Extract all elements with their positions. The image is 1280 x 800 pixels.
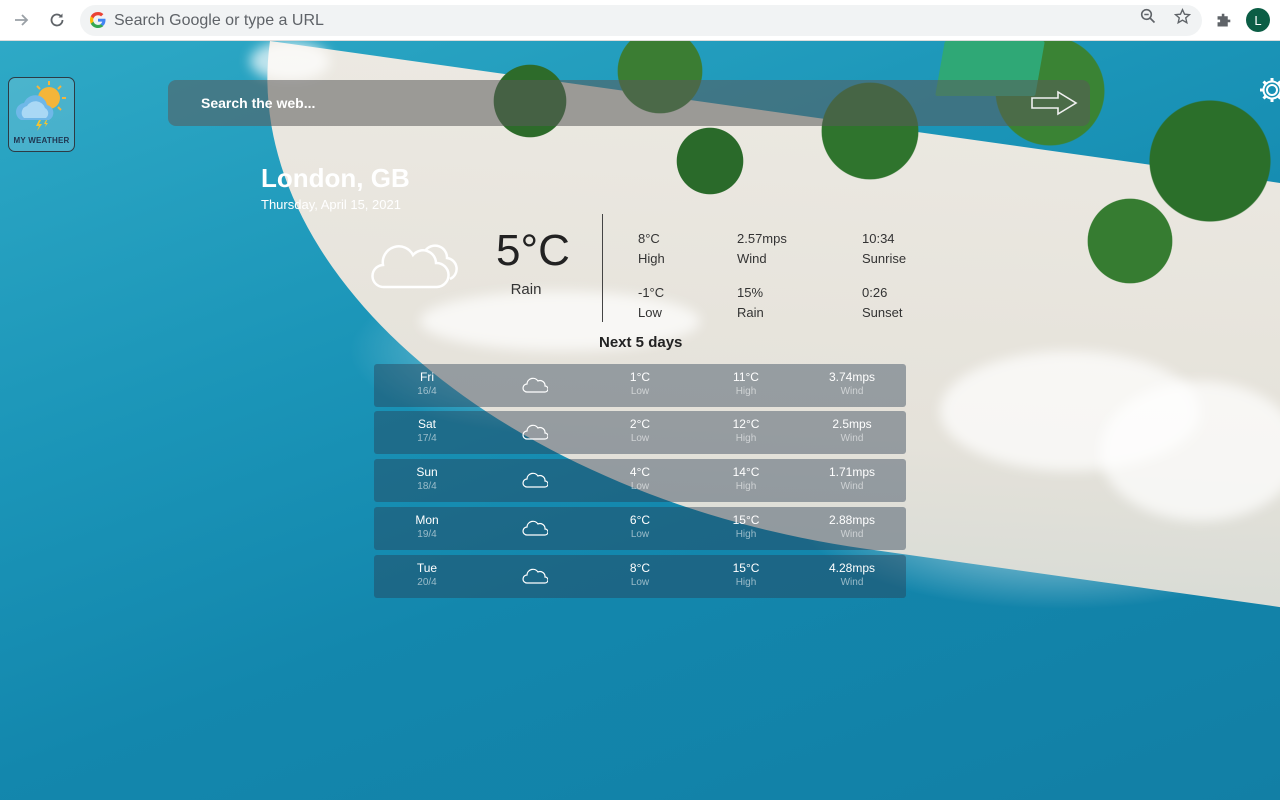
forecast-high: 11°C: [733, 370, 759, 384]
cloud-icon: [522, 472, 548, 488]
surf-foam: [250, 41, 330, 81]
forecast-high-label: High: [735, 481, 757, 492]
omnibox[interactable]: [80, 5, 1202, 36]
cloud-icon: [522, 568, 548, 584]
forecast-title: Next 5 days: [599, 334, 683, 351]
profile-avatar[interactable]: L: [1246, 8, 1270, 32]
extensions-icon[interactable]: [1214, 11, 1232, 29]
forecast-wind: 2.5mps: [832, 417, 872, 431]
stat-sunrise: 10:34 Sunrise: [862, 229, 906, 269]
forecast-low-label: Low: [630, 433, 650, 444]
forecast-day: Tue: [416, 561, 438, 575]
web-search-input[interactable]: [201, 92, 1021, 114]
forecast-row: Tue 20/4 8°C Low 15°C High 4.28mps Wind: [374, 555, 906, 598]
current-temperature: 5°C: [496, 226, 570, 275]
forecast-low-label: Low: [630, 529, 650, 540]
stats-divider: [602, 214, 603, 322]
forecast-low: 4°C: [629, 465, 651, 479]
forecast-high-label: High: [735, 386, 757, 397]
forecast-wind-label: Wind: [840, 433, 864, 444]
city-name: London, GB: [261, 163, 410, 193]
forecast-low-label: Low: [630, 577, 650, 588]
stat-label: Wind: [737, 251, 767, 266]
stat-value: 0:26: [862, 285, 888, 300]
forecast-day: Sun: [416, 465, 438, 479]
forecast-high-label: High: [735, 577, 757, 588]
zoom-icon[interactable]: [1139, 7, 1157, 25]
stat-value: 15%: [737, 285, 764, 300]
forecast-high: 14°C: [732, 465, 760, 479]
stat-value: 10:34: [862, 231, 895, 246]
forecast-high: 15°C: [732, 513, 760, 527]
stat-low: -1°C Low: [638, 283, 664, 323]
forward-icon[interactable]: [10, 8, 34, 32]
stat-wind: 2.57mps Wind: [737, 229, 787, 269]
stat-label: High: [638, 251, 665, 266]
gear-icon[interactable]: [1258, 76, 1280, 104]
stat-label: Sunset: [862, 305, 903, 320]
app-logo[interactable]: MY WEATHER: [8, 77, 75, 152]
forecast-low: 6°C: [629, 513, 651, 527]
current-date: Thursday, April 15, 2021: [261, 197, 401, 212]
forecast-wind-label: Wind: [840, 386, 864, 397]
forecast-low-label: Low: [630, 386, 650, 397]
stat-value: 2.57mps: [737, 231, 787, 246]
forecast-wind-label: Wind: [840, 577, 864, 588]
app-logo-text: MY WEATHER: [13, 136, 70, 145]
stat-value: 8°C: [638, 231, 660, 246]
forecast-row: Mon 19/4 6°C Low 15°C High 2.88mps Wind: [374, 507, 906, 550]
google-icon: [90, 12, 106, 28]
current-condition: Rain: [510, 281, 542, 298]
forecast-wind: 3.74mps: [828, 370, 876, 384]
cloud-icon: [522, 424, 548, 440]
forecast-date: 17/4: [417, 433, 437, 444]
cloud-icon: [522, 377, 548, 393]
reload-icon[interactable]: [45, 8, 69, 32]
cloud-icon: [522, 520, 548, 536]
forecast-wind-label: Wind: [840, 529, 864, 540]
forecast-date: 16/4: [417, 386, 437, 397]
forecast-high-label: High: [735, 529, 757, 540]
stat-high: 8°C High: [638, 229, 665, 269]
forecast-high: 15°C: [732, 561, 760, 575]
forecast-low: 8°C: [629, 561, 651, 575]
forecast-wind-label: Wind: [840, 481, 864, 492]
forecast-wind: 1.71mps: [828, 465, 876, 479]
forecast-day: Sat: [417, 417, 436, 431]
omnibox-input[interactable]: [114, 9, 1114, 32]
forecast-row: Sun 18/4 4°C Low 14°C High 1.71mps Wind: [374, 459, 906, 502]
browser-toolbar: L: [0, 0, 1280, 41]
stat-sunset: 0:26 Sunset: [862, 283, 902, 323]
forecast-high: 12°C: [732, 417, 760, 431]
forecast-low: 1°C: [629, 370, 651, 384]
forecast-low: 2°C: [629, 417, 651, 431]
arrow-right-icon[interactable]: [1030, 90, 1078, 116]
forecast-day: Mon: [415, 513, 439, 527]
forecast-row: Fri 16/4 1°C Low 11°C High 3.74mps Wind: [374, 364, 906, 407]
forecast-day: Fri: [420, 370, 434, 384]
forecast-wind: 2.88mps: [828, 513, 876, 527]
cloud-icon: [371, 244, 458, 289]
stat-label: Sunrise: [862, 251, 907, 266]
stat-rain: 15% Rain: [737, 283, 764, 323]
star-icon[interactable]: [1173, 7, 1191, 25]
forecast-wind: 4.28mps: [828, 561, 876, 575]
forecast-low-label: Low: [630, 481, 650, 492]
forecast-date: 18/4: [417, 481, 437, 492]
forecast-high-label: High: [735, 433, 757, 444]
sun-cloud-icon: [16, 81, 66, 131]
stat-value: -1°C: [638, 285, 665, 300]
forecast-date: 20/4: [417, 577, 437, 588]
stat-label: Low: [638, 305, 662, 320]
web-search-bar: [168, 80, 1090, 126]
forecast-date: 19/4: [417, 529, 437, 540]
stat-label: Rain: [737, 305, 764, 320]
forecast-row: Sat 17/4 2°C Low 12°C High 2.5mps Wind: [374, 411, 906, 454]
